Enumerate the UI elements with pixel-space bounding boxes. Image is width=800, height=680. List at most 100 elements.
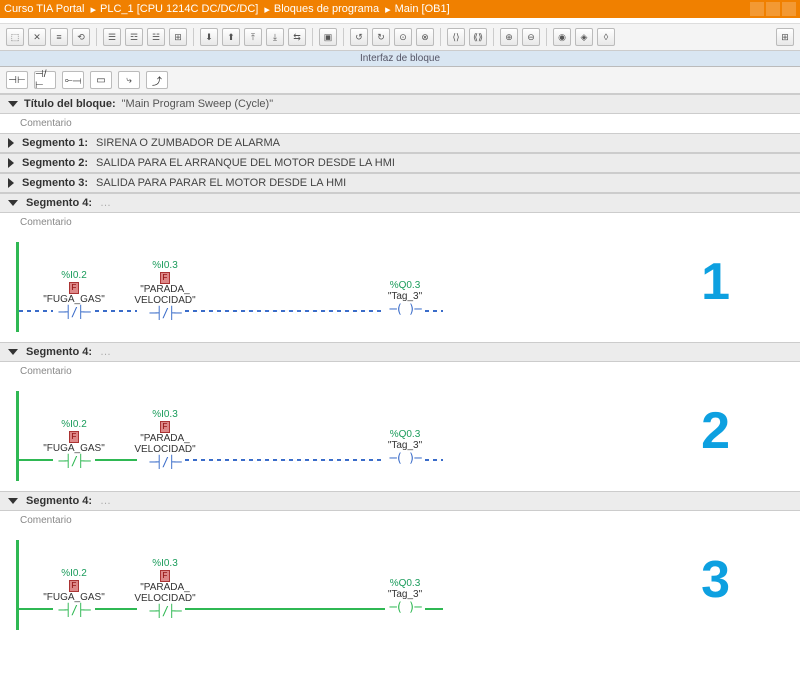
toolbar-btn-1[interactable]: ⬚ xyxy=(6,28,24,46)
toolbar-btn-right[interactable]: ⊞ xyxy=(776,28,794,46)
contact-nc[interactable]: %I0.3 F "PARADA_ VELOCIDAD" ─┤/├─ xyxy=(120,260,210,320)
expand-arrow-icon[interactable] xyxy=(8,178,14,188)
toolbar-btn-16[interactable]: ↻ xyxy=(372,28,390,46)
breadcrumb-0[interactable]: Curso TIA Portal xyxy=(4,3,85,15)
contact-address: %I0.3 xyxy=(120,260,210,271)
expand-arrow-icon[interactable] xyxy=(8,138,14,148)
coil-icon: ─( )─ xyxy=(370,600,440,614)
toolbar-btn-9[interactable]: ⬇ xyxy=(200,28,218,46)
toolbar-btn-25[interactable]: ◊ xyxy=(597,28,615,46)
breadcrumb-3[interactable]: Main [OB1] xyxy=(395,3,450,15)
contact-no-icon[interactable]: ⊣⊢ xyxy=(6,71,28,89)
coil[interactable]: %Q0.3 "Tag_3" ─( )─ xyxy=(370,578,440,614)
contact-address: %I0.3 xyxy=(120,558,210,569)
force-badge: F xyxy=(69,431,80,443)
contact-symbol-name: "FUGA_GAS" xyxy=(34,294,114,305)
block-title-row[interactable]: Título del bloque: "Main Program Sweep (… xyxy=(0,94,800,114)
toolbar-btn-10[interactable]: ⬆ xyxy=(222,28,240,46)
annotation-number: 2 xyxy=(701,401,730,461)
segment-comment[interactable]: Comentario xyxy=(0,362,800,381)
contact-toolbar: ⊣⊢ ⊣/⊢ ⟜⟞ ▭ ⤷ ⤴ xyxy=(0,67,800,94)
contact-nc-icon[interactable]: ⊣/⊢ xyxy=(34,71,56,89)
toolbar-btn-5[interactable]: ☰ xyxy=(103,28,121,46)
contact-nc[interactable]: %I0.3 F "PARADA_ VELOCIDAD" ─┤/├─ xyxy=(120,409,210,469)
minimize-button[interactable] xyxy=(750,2,764,16)
toolbar-btn-18[interactable]: ⊗ xyxy=(416,28,434,46)
rung-wire xyxy=(185,459,385,461)
expand-arrow-icon[interactable] xyxy=(8,200,18,206)
coil-address: %Q0.3 xyxy=(370,578,440,589)
toolbar-btn-19[interactable]: ⟨⟩ xyxy=(447,28,465,46)
block-title-label: Título del bloque: xyxy=(24,98,116,110)
segment-header-expanded[interactable]: Segmento 4: … xyxy=(0,491,800,511)
contact-nc[interactable]: %I0.2 F "FUGA_GAS" ─┤/├─ xyxy=(34,568,114,617)
rung-wire xyxy=(185,608,385,610)
toolbar-btn-3[interactable]: ≡ xyxy=(50,28,68,46)
interface-bar[interactable]: Interfaz de bloque xyxy=(0,51,800,67)
coil[interactable]: %Q0.3 "Tag_3" ─( )─ xyxy=(370,429,440,465)
segment-description: SALIDA PARA PARAR EL MOTOR DESDE LA HMI xyxy=(96,177,346,189)
toolbar-btn-6[interactable]: ☲ xyxy=(125,28,143,46)
toolbar-btn-17[interactable]: ⊙ xyxy=(394,28,412,46)
toolbar-btn-8[interactable]: ⊞ xyxy=(169,28,187,46)
maximize-button[interactable] xyxy=(766,2,780,16)
segment-header-collapsed[interactable]: Segmento 2: SALIDA PARA EL ARRANQUE DEL … xyxy=(0,153,800,173)
rung-wire xyxy=(185,310,385,312)
contact-symbol-name: "FUGA_GAS" xyxy=(34,592,114,603)
segment-label: Segmento 2: xyxy=(22,157,88,169)
force-badge: F xyxy=(160,570,171,582)
coil-icon: ─( )─ xyxy=(370,302,440,316)
title-bar: Curso TIA Portal▸ PLC_1 [CPU 1214C DC/DC… xyxy=(0,0,800,18)
segment-header-expanded[interactable]: Segmento 4: … xyxy=(0,342,800,362)
toolbar-btn-13[interactable]: ⇆ xyxy=(288,28,306,46)
coil-icon[interactable]: ⟜⟞ xyxy=(62,71,84,89)
segment-label: Segmento 1: xyxy=(22,137,88,149)
coil-symbol-name: "Tag_3" xyxy=(370,291,440,302)
contact-nc[interactable]: %I0.2 F "FUGA_GAS" ─┤/├─ xyxy=(34,270,114,319)
toolbar-btn-2[interactable]: ✕ xyxy=(28,28,46,46)
expand-arrow-icon[interactable] xyxy=(8,101,18,107)
expand-arrow-icon[interactable] xyxy=(8,158,14,168)
contact-symbol-name: "PARADA_ VELOCIDAD" xyxy=(120,284,210,306)
toolbar-btn-4[interactable]: ⟲ xyxy=(72,28,90,46)
toolbar-btn-11[interactable]: ⤒ xyxy=(244,28,262,46)
segment-header-collapsed[interactable]: Segmento 1: SIRENA O ZUMBADOR DE ALARMA xyxy=(0,133,800,153)
close-button[interactable] xyxy=(782,2,796,16)
segment-description: SALIDA PARA EL ARRANQUE DEL MOTOR DESDE … xyxy=(96,157,395,169)
contact-nc[interactable]: %I0.3 F "PARADA_ VELOCIDAD" ─┤/├─ xyxy=(120,558,210,618)
ladder-network[interactable]: %I0.2 F "FUGA_GAS" ─┤/├─ %I0.3 F "PARADA… xyxy=(0,232,800,342)
ladder-network[interactable]: %I0.2 F "FUGA_GAS" ─┤/├─ %I0.3 F "PARADA… xyxy=(0,530,800,640)
block-comment[interactable]: Comentario xyxy=(0,114,800,133)
toolbar-btn-21[interactable]: ⊕ xyxy=(500,28,518,46)
coil-symbol-name: "Tag_3" xyxy=(370,589,440,600)
contact-nc-icon: ─┤/├─ xyxy=(34,603,114,617)
toolbar-btn-24[interactable]: ◈ xyxy=(575,28,593,46)
segment-label: Segmento 3: xyxy=(22,177,88,189)
box-icon[interactable]: ▭ xyxy=(90,71,112,89)
branch-open-icon[interactable]: ⤷ xyxy=(118,71,140,89)
branch-close-icon[interactable]: ⤴ xyxy=(146,71,168,89)
segment-comment[interactable]: Comentario xyxy=(0,511,800,530)
segment-header-collapsed[interactable]: Segmento 3: SALIDA PARA PARAR EL MOTOR D… xyxy=(0,173,800,193)
power-rail xyxy=(16,242,19,332)
segment-header-expanded[interactable]: Segmento 4: … xyxy=(0,193,800,213)
power-rail xyxy=(16,391,19,481)
ladder-network[interactable]: %I0.2 F "FUGA_GAS" ─┤/├─ %I0.3 F "PARADA… xyxy=(0,381,800,491)
toolbar-btn-14[interactable]: ▣ xyxy=(319,28,337,46)
coil-symbol-name: "Tag_3" xyxy=(370,440,440,451)
toolbar-btn-15[interactable]: ↺ xyxy=(350,28,368,46)
expand-arrow-icon[interactable] xyxy=(8,349,18,355)
toolbar-btn-22[interactable]: ⊖ xyxy=(522,28,540,46)
toolbar-btn-23[interactable]: ◉ xyxy=(553,28,571,46)
expand-arrow-icon[interactable] xyxy=(8,498,18,504)
segment-label: Segmento 4: xyxy=(26,495,92,507)
contact-symbol-name: "PARADA_ VELOCIDAD" xyxy=(120,582,210,604)
toolbar-btn-7[interactable]: ☱ xyxy=(147,28,165,46)
toolbar-btn-12[interactable]: ⤓ xyxy=(266,28,284,46)
breadcrumb-1[interactable]: PLC_1 [CPU 1214C DC/DC/DC] xyxy=(100,3,258,15)
breadcrumb-2[interactable]: Bloques de programa xyxy=(274,3,379,15)
segment-comment[interactable]: Comentario xyxy=(0,213,800,232)
coil[interactable]: %Q0.3 "Tag_3" ─( )─ xyxy=(370,280,440,316)
toolbar-btn-20[interactable]: ⟪⟫ xyxy=(469,28,487,46)
contact-nc[interactable]: %I0.2 F "FUGA_GAS" ─┤/├─ xyxy=(34,419,114,468)
